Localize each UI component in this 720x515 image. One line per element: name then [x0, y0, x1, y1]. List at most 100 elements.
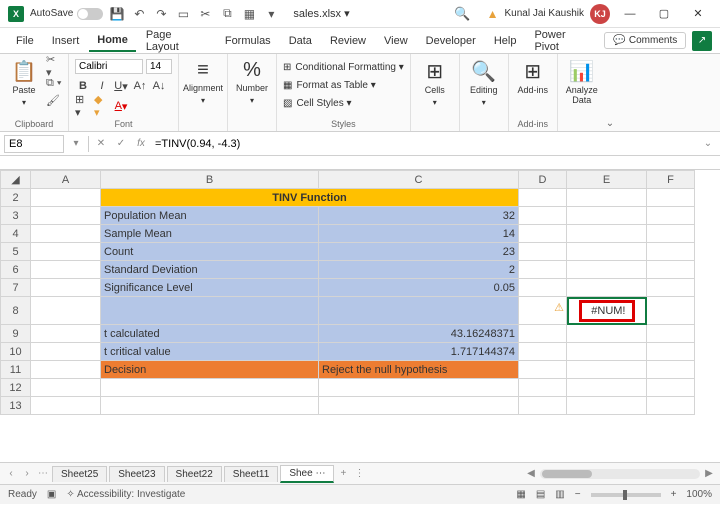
- tab-insert[interactable]: Insert: [44, 31, 88, 51]
- view-break-button[interactable]: ▥: [555, 489, 564, 500]
- worksheet-grid[interactable]: ◢ A B C D E F 2TINV Function 3Population…: [0, 170, 720, 462]
- cells-button[interactable]: ⊞Cells▾: [417, 57, 453, 107]
- cell[interactable]: 2: [319, 261, 519, 279]
- zoom-in-button[interactable]: +: [671, 489, 677, 500]
- row-header[interactable]: 5: [1, 243, 31, 261]
- cell[interactable]: Count: [101, 243, 319, 261]
- number-button[interactable]: %Number▾: [234, 57, 270, 105]
- conditional-formatting-button[interactable]: ⊞ Conditional Formatting ▾: [283, 61, 404, 74]
- cell[interactable]: 14: [319, 225, 519, 243]
- view-normal-button[interactable]: ▦: [516, 489, 525, 500]
- cell[interactable]: t critical value: [101, 343, 319, 361]
- zoom-out-button[interactable]: −: [575, 489, 581, 500]
- expand-formula-button[interactable]: ⌄: [700, 138, 716, 149]
- new-sheet-button[interactable]: +: [336, 468, 350, 479]
- paste-button[interactable]: 📋Paste▾: [6, 57, 42, 107]
- maximize-button[interactable]: ▢: [650, 4, 678, 24]
- row-header[interactable]: 6: [1, 261, 31, 279]
- cell[interactable]: [101, 297, 319, 325]
- zoom-level[interactable]: 100%: [686, 489, 712, 500]
- error-indicator-icon[interactable]: ⚠: [554, 301, 564, 314]
- cell[interactable]: 0.05: [319, 279, 519, 297]
- font-color-button[interactable]: A ▾: [113, 98, 129, 114]
- tab-developer[interactable]: Developer: [418, 31, 484, 51]
- tab-formulas[interactable]: Formulas: [217, 31, 279, 51]
- tab-view[interactable]: View: [376, 31, 416, 51]
- tab-page-layout[interactable]: Page Layout: [138, 25, 215, 57]
- analyze-data-button[interactable]: 📊Analyze Data: [564, 57, 600, 106]
- sheet-nav-more[interactable]: ⋯: [36, 468, 50, 479]
- toggle-off-icon[interactable]: [77, 8, 103, 20]
- cell[interactable]: Decision: [101, 361, 319, 379]
- close-button[interactable]: ✕: [684, 4, 712, 24]
- undo-icon[interactable]: ↶: [131, 6, 147, 22]
- qat-icon-2[interactable]: ▦: [241, 6, 257, 22]
- autosave-toggle[interactable]: AutoSave: [30, 8, 103, 20]
- search-icon[interactable]: 🔍: [454, 6, 470, 22]
- sheet-menu-button[interactable]: ⋮: [352, 468, 366, 479]
- italic-button[interactable]: I: [94, 78, 110, 94]
- font-size-select[interactable]: [146, 59, 172, 74]
- row-header[interactable]: 9: [1, 325, 31, 343]
- qat-icon-1[interactable]: ▭: [175, 6, 191, 22]
- comments-button[interactable]: 💬 Comments: [604, 32, 686, 49]
- row-header[interactable]: 12: [1, 379, 31, 397]
- row-header[interactable]: 3: [1, 207, 31, 225]
- editing-button[interactable]: 🔍Editing▾: [466, 57, 502, 107]
- underline-button[interactable]: U ▾: [113, 78, 129, 94]
- cell[interactable]: t calculated: [101, 325, 319, 343]
- format-painter-button[interactable]: 🖌: [46, 93, 62, 107]
- zoom-slider[interactable]: [591, 493, 661, 497]
- row-header[interactable]: 8: [1, 297, 31, 325]
- row-header[interactable]: 2: [1, 189, 31, 207]
- font-name-select[interactable]: [75, 59, 143, 74]
- view-page-button[interactable]: ▤: [536, 489, 545, 500]
- cell[interactable]: Standard Deviation: [101, 261, 319, 279]
- sheet-nav-next[interactable]: ›: [20, 468, 34, 479]
- minimize-button[interactable]: —: [616, 4, 644, 24]
- copy-button[interactable]: ⧉ ▾: [46, 76, 62, 90]
- tab-file[interactable]: File: [8, 31, 42, 51]
- sheet-tab[interactable]: Sheet11: [224, 466, 279, 482]
- cut-icon[interactable]: ✂: [197, 6, 213, 22]
- horizontal-scrollbar[interactable]: [540, 469, 700, 479]
- cell[interactable]: 1.717144374: [319, 343, 519, 361]
- macro-record-icon[interactable]: ▣: [47, 489, 56, 500]
- format-table-button[interactable]: ▦ Format as Table ▾: [283, 79, 404, 92]
- row-header[interactable]: 10: [1, 343, 31, 361]
- cell[interactable]: Reject the null hypothesis: [319, 361, 519, 379]
- increase-font-button[interactable]: A↑: [132, 78, 148, 94]
- tab-home[interactable]: Home: [89, 30, 136, 52]
- fx-button[interactable]: fx: [133, 136, 149, 152]
- alignment-button[interactable]: ≡Alignment▾: [185, 57, 221, 105]
- file-name[interactable]: sales.xlsx ▾: [293, 7, 349, 20]
- cancel-formula-button[interactable]: ✕: [93, 136, 109, 152]
- enter-formula-button[interactable]: ✓: [113, 136, 129, 152]
- copy-icon[interactable]: ⧉: [219, 6, 235, 22]
- tab-review[interactable]: Review: [322, 31, 374, 51]
- cell[interactable]: Population Mean: [101, 207, 319, 225]
- tab-help[interactable]: Help: [486, 31, 525, 51]
- cut-button[interactable]: ✂ ▾: [46, 59, 62, 73]
- hscroll-right[interactable]: ▶: [702, 468, 716, 479]
- cell-title[interactable]: TINV Function: [101, 189, 519, 207]
- namebox-dropdown[interactable]: ▾: [68, 136, 84, 152]
- border-button[interactable]: ⊞ ▾: [75, 98, 91, 114]
- warning-icon[interactable]: ▲: [487, 7, 499, 21]
- accessibility-status[interactable]: ✧ Accessibility: Investigate: [66, 489, 185, 500]
- cell[interactable]: 23: [319, 243, 519, 261]
- cell[interactable]: Significance Level: [101, 279, 319, 297]
- qat-more-icon[interactable]: ▾: [263, 6, 279, 22]
- row-header[interactable]: 4: [1, 225, 31, 243]
- row-header[interactable]: 11: [1, 361, 31, 379]
- col-header-a[interactable]: A: [31, 171, 101, 189]
- cell[interactable]: 32: [319, 207, 519, 225]
- cell[interactable]: 43.16248371: [319, 325, 519, 343]
- share-button[interactable]: ↗: [692, 31, 712, 51]
- user-avatar[interactable]: KJ: [590, 4, 610, 24]
- cell-styles-button[interactable]: ▨ Cell Styles ▾: [283, 97, 404, 110]
- redo-icon[interactable]: ↷: [153, 6, 169, 22]
- tab-data[interactable]: Data: [281, 31, 320, 51]
- save-icon[interactable]: 💾: [109, 6, 125, 22]
- addins-button[interactable]: ⊞Add-ins: [515, 57, 551, 96]
